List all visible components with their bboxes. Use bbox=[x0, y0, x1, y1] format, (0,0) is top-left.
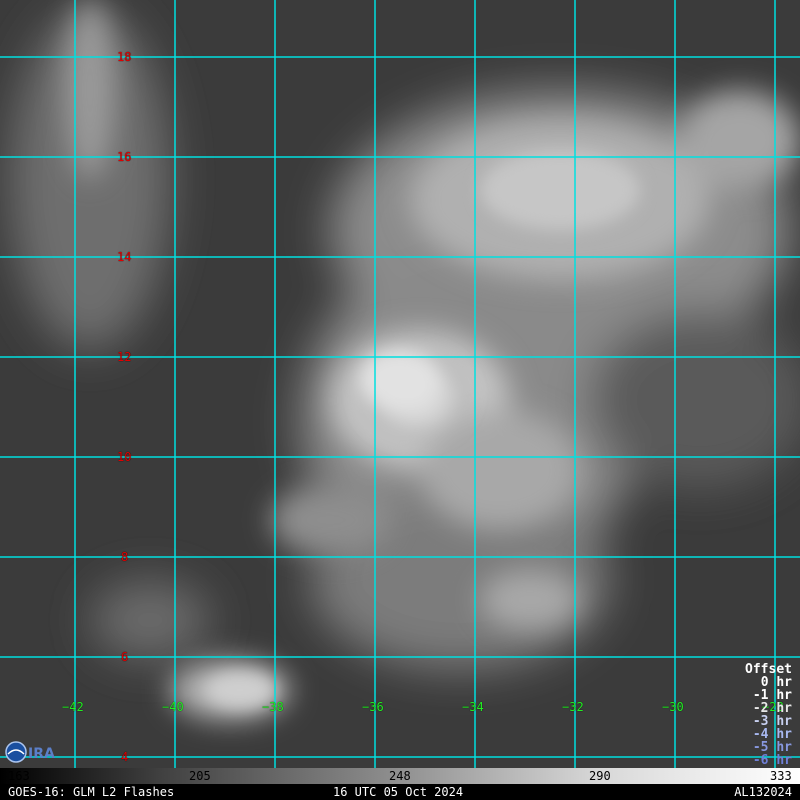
colorbar-tick: 333 bbox=[770, 769, 792, 783]
latitude-label: 12 bbox=[117, 350, 132, 364]
longitude-label: −30 bbox=[662, 700, 684, 714]
image-footer: GOES-16: GLM L2 Flashes 16 UTC 05 Oct 20… bbox=[0, 784, 800, 800]
satellite-infrared-image bbox=[0, 0, 800, 768]
noaa-logo: IRA bbox=[5, 741, 55, 763]
cloud-field bbox=[0, 0, 800, 768]
svg-text:IRA: IRA bbox=[28, 746, 55, 762]
latitude-label: 10 bbox=[117, 450, 132, 464]
longitude-label: −32 bbox=[562, 700, 584, 714]
longitude-label: −38 bbox=[262, 700, 284, 714]
time-offset-legend: Offset 0 hr -1 hr -2 hr -3 hr -4 hr -5 hr -6 h… bbox=[745, 663, 792, 767]
longitude-label: −34 bbox=[462, 700, 484, 714]
satellite-viewer: 18 16 14 12 10 8 6 4 −42 −40 −38 −36 −34 −32 −30 −28 I… bbox=[0, 0, 800, 800]
longitude-label: −42 bbox=[62, 700, 84, 714]
latitude-label: 4 bbox=[121, 750, 129, 764]
colorbar-tick: 205 bbox=[189, 769, 211, 783]
latitude-label: 8 bbox=[121, 550, 129, 564]
latitude-label: 6 bbox=[121, 650, 129, 664]
longitude-label: −36 bbox=[362, 700, 384, 714]
storm-id: AL132024 bbox=[734, 785, 792, 799]
valid-time: 16 UTC 05 Oct 2024 bbox=[333, 785, 464, 799]
latitude-label: 14 bbox=[117, 250, 132, 264]
latitude-label: 16 bbox=[117, 150, 132, 164]
product-name: GOES-16: GLM L2 Flashes bbox=[8, 785, 175, 799]
longitude-label: −40 bbox=[162, 700, 184, 714]
offset-legend-item: -6 hr bbox=[752, 753, 792, 768]
colorbar-tick: 163 bbox=[8, 769, 30, 783]
temperature-colorbar: 163 205 248 290 333 bbox=[0, 768, 800, 784]
colorbar-tick: 248 bbox=[389, 769, 411, 783]
latitude-label: 18 bbox=[117, 50, 132, 64]
colorbar-tick: 290 bbox=[589, 769, 611, 783]
